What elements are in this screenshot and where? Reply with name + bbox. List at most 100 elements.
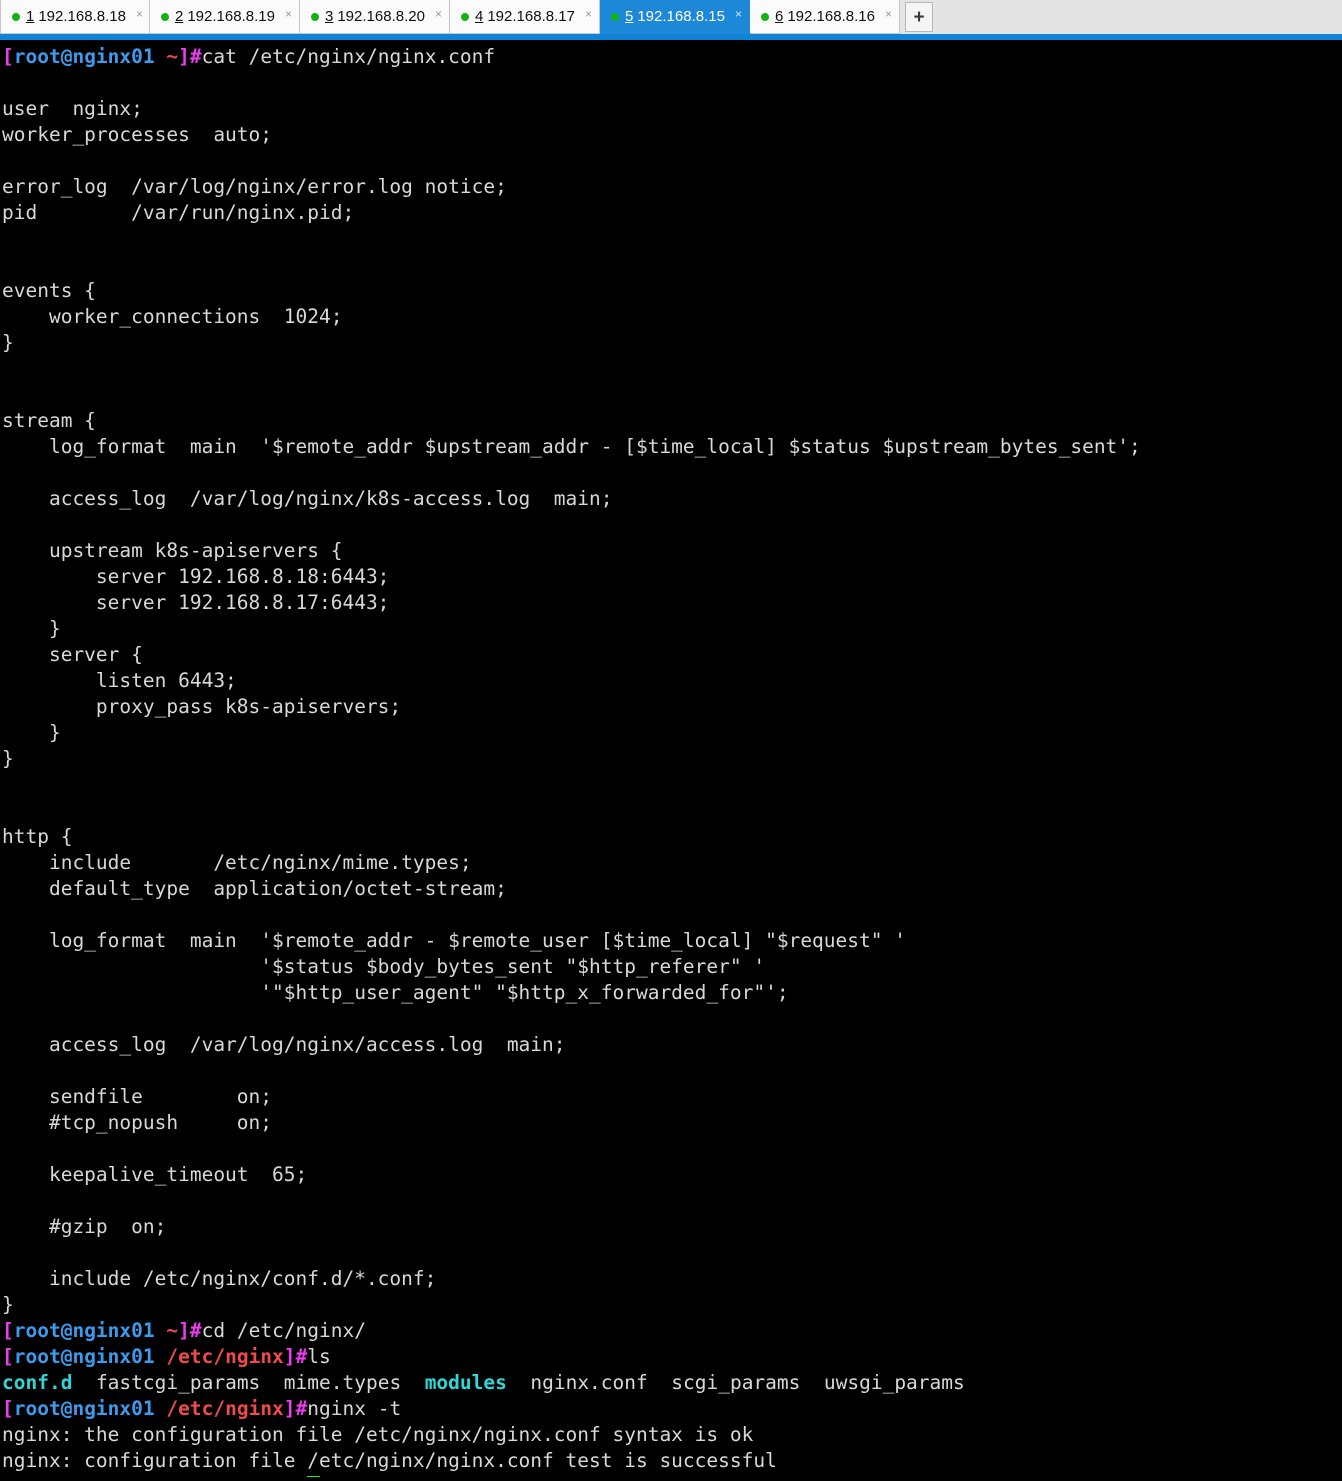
- ls-entry: fastcgi_params: [95, 1371, 261, 1394]
- prompt-user-host: root@nginx01: [13, 1345, 155, 1368]
- config-line: proxy_pass k8s-apiservers;: [2, 694, 1342, 720]
- terminal-prompt-line: [root@nginx01 /etc/nginx]#: [2, 1474, 1342, 1477]
- config-line: [2, 148, 1342, 174]
- terminal-prompt-line: [root@nginx01 ~]#cd /etc/nginx/: [2, 1318, 1342, 1344]
- tab-host-label: 192.168.8.18: [38, 8, 126, 25]
- ls-output-line: conf.d fastcgi_params mime.types modules…: [2, 1370, 1342, 1396]
- prompt-bracket-close: ]: [178, 1319, 190, 1342]
- tab-1[interactable]: 1 192.168.8.18 ×: [0, 0, 150, 34]
- config-line: server 192.168.8.18:6443;: [2, 564, 1342, 590]
- tab-number: 1: [26, 8, 35, 25]
- plus-icon: +: [913, 6, 925, 28]
- config-text: events {: [2, 279, 96, 302]
- ls-entry: uwsgi_params: [823, 1371, 965, 1394]
- config-text: [2, 227, 14, 250]
- config-text: [2, 357, 14, 380]
- tab-bar: 1 192.168.8.18 × 2 192.168.8.19 × 3 192.168.8.2…: [0, 0, 1342, 40]
- config-text: }: [2, 1293, 14, 1316]
- terminal-output[interactable]: [root@nginx01 ~]#cat /etc/nginx/nginx.co…: [0, 40, 1342, 1477]
- config-text: proxy_pass k8s-apiservers;: [2, 695, 402, 718]
- prompt-cwd: /etc/nginx: [166, 1397, 284, 1420]
- config-text: user nginx;: [2, 97, 143, 120]
- config-text: }: [2, 331, 14, 354]
- close-icon[interactable]: ×: [136, 8, 143, 20]
- config-line: [2, 1136, 1342, 1162]
- config-text: [2, 71, 14, 94]
- tab-3[interactable]: 3 192.168.8.20 ×: [300, 0, 450, 34]
- tab-5[interactable]: 5 192.168.8.15 ×: [600, 0, 750, 34]
- config-text: sendfile on;: [2, 1085, 273, 1108]
- close-icon[interactable]: ×: [585, 8, 592, 20]
- ls-gap: [648, 1371, 671, 1394]
- config-text: error_log /var/log/nginx/error.log notic…: [2, 175, 507, 198]
- config-line: listen 6443;: [2, 668, 1342, 694]
- tab-number: 4: [475, 8, 484, 25]
- prompt-bracket-open: [: [2, 45, 14, 68]
- ls-entry: nginx.conf: [530, 1371, 648, 1394]
- config-line: [2, 1006, 1342, 1032]
- tab-bar-underline: [0, 34, 1342, 40]
- close-icon[interactable]: ×: [885, 8, 892, 20]
- prompt-bracket-open: [: [2, 1475, 14, 1477]
- tab-number: 2: [175, 8, 184, 25]
- connection-status-dot-icon: [611, 12, 619, 21]
- prompt-cwd: /etc/nginx: [166, 1345, 284, 1368]
- nginx-test-text: nginx: configuration file /etc/nginx/ngi…: [2, 1449, 777, 1472]
- tab-host-label: 192.168.8.15: [637, 8, 725, 25]
- config-text: #tcp_nopush on;: [2, 1111, 273, 1134]
- ls-gap: [507, 1371, 530, 1394]
- tab-number: 6: [775, 8, 784, 25]
- config-text: server 192.168.8.18:6443;: [2, 565, 390, 588]
- ls-entry: conf.d: [2, 1371, 73, 1394]
- config-line: upstream k8s-apiservers {: [2, 538, 1342, 564]
- config-line: include /etc/nginx/mime.types;: [2, 850, 1342, 876]
- config-line: log_format main '$remote_addr - $remote_…: [2, 928, 1342, 954]
- config-text: stream {: [2, 409, 96, 432]
- tab-2[interactable]: 2 192.168.8.19 ×: [150, 0, 300, 34]
- close-icon[interactable]: ×: [285, 8, 292, 20]
- config-line: [2, 1058, 1342, 1084]
- config-line: worker_connections 1024;: [2, 304, 1342, 330]
- config-line: stream {: [2, 408, 1342, 434]
- config-text: access_log /var/log/nginx/k8s-access.log…: [2, 487, 613, 510]
- config-line: [2, 1240, 1342, 1266]
- config-text: [2, 799, 14, 822]
- config-line: [2, 772, 1342, 798]
- config-line: [2, 798, 1342, 824]
- config-line: }: [2, 720, 1342, 746]
- config-text: '$status $body_bytes_sent "$http_referer…: [2, 955, 766, 978]
- ls-entry: scgi_params: [671, 1371, 801, 1394]
- config-text: upstream k8s-apiservers {: [2, 539, 343, 562]
- close-icon[interactable]: ×: [735, 8, 742, 20]
- prompt-user-host: root@nginx01: [13, 1319, 155, 1342]
- prompt-hash: #: [295, 1345, 308, 1368]
- ls-entry: mime.types: [283, 1371, 402, 1394]
- config-text: server 192.168.8.17:6443;: [2, 591, 390, 614]
- config-text: [2, 461, 14, 484]
- config-text: }: [2, 747, 14, 770]
- config-text: [2, 773, 14, 796]
- prompt-user-host: root@nginx01: [14, 1475, 155, 1477]
- tab-4[interactable]: 4 192.168.8.17 ×: [450, 0, 600, 34]
- tab-host-label: 192.168.8.16: [787, 8, 875, 25]
- terminal-command: cd /etc/nginx/: [201, 1319, 367, 1342]
- config-line: }: [2, 616, 1342, 642]
- connection-status-dot-icon: [12, 12, 20, 21]
- config-text: [2, 253, 14, 276]
- config-text: worker_processes auto;: [2, 123, 273, 146]
- connection-status-dot-icon: [311, 12, 319, 21]
- ls-gap: [72, 1371, 95, 1394]
- terminal-command: ls: [307, 1345, 331, 1368]
- config-text: server {: [2, 643, 143, 666]
- config-line: error_log /var/log/nginx/error.log notic…: [2, 174, 1342, 200]
- text-cursor: [307, 1476, 321, 1477]
- config-text: listen 6443;: [2, 669, 237, 692]
- close-icon[interactable]: ×: [435, 8, 442, 20]
- terminal-command: nginx -t: [307, 1397, 402, 1420]
- config-text: include /etc/nginx/conf.d/*.conf;: [2, 1267, 437, 1290]
- tab-6[interactable]: 6 192.168.8.16 ×: [750, 0, 900, 34]
- new-tab-button[interactable]: +: [905, 2, 933, 32]
- prompt-hash: #: [189, 1319, 202, 1342]
